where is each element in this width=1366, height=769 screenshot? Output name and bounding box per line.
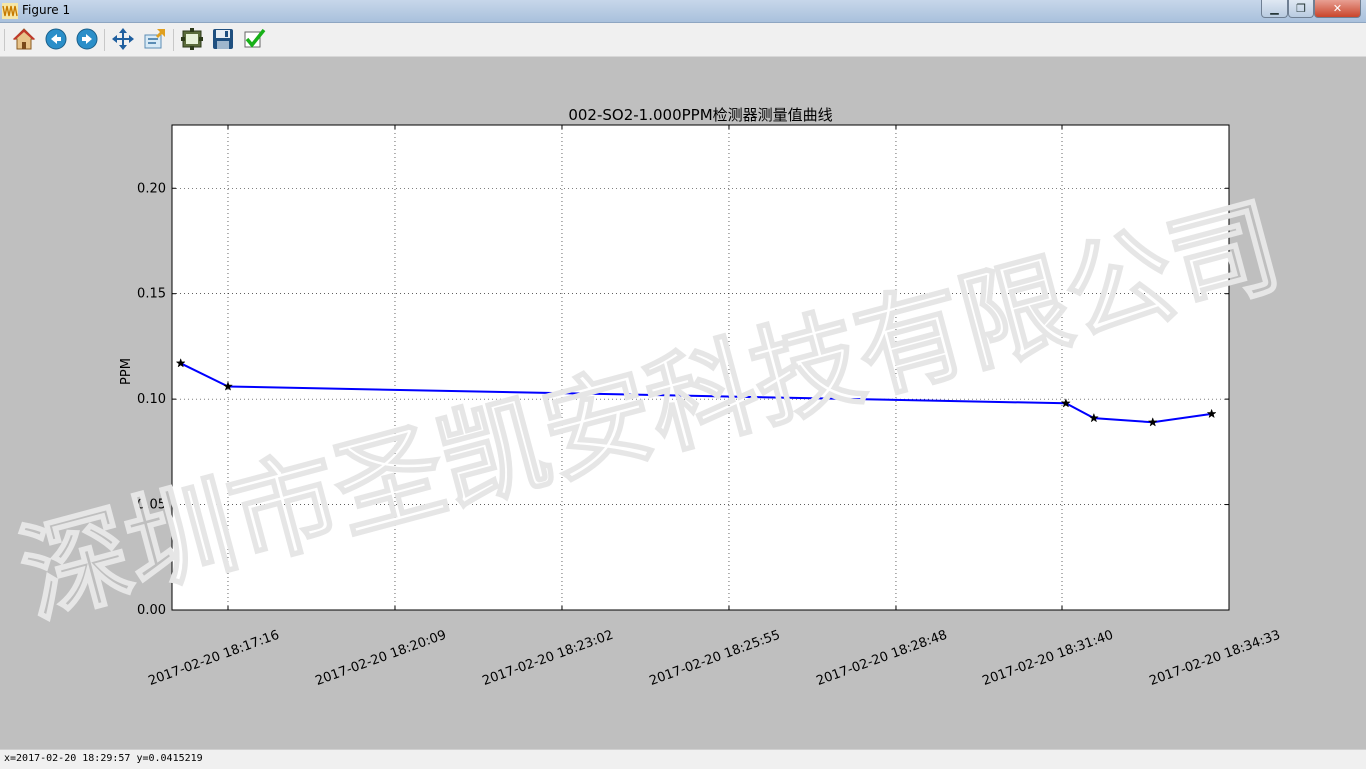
y-tick-label: 0.15 [137, 287, 166, 302]
x-tick-label: 2017-02-20 18:28:48 [814, 628, 949, 689]
y-tick-label: 0.20 [137, 181, 166, 196]
zoom-button[interactable] [142, 26, 168, 52]
move-icon [112, 28, 134, 50]
window-title: Figure 1 [22, 3, 71, 17]
title-bar: Figure 1 ▁ ❐ ✕ [0, 0, 1366, 23]
chart-title: 002-SO2-1.000PPM检测器测量值曲线 [568, 106, 832, 124]
configure-subplots-icon [181, 28, 203, 50]
y-axis-label: PPM [119, 358, 134, 385]
x-tick-label: 2017-02-20 18:17:16 [146, 628, 281, 689]
x-tick-label: 2017-02-20 18:34:33 [1147, 628, 1282, 689]
figure-canvas[interactable]: 2017-02-20 18:17:16 2017-02-20 18:20:09 20… [0, 57, 1366, 749]
x-tick-label: 2017-02-20 18:25:55 [647, 628, 782, 689]
minimize-button[interactable]: ▁ [1261, 0, 1288, 18]
back-arrow-icon [45, 28, 67, 50]
home-button[interactable] [11, 26, 37, 52]
save-button[interactable] [210, 26, 236, 52]
toolbar-grip [4, 29, 5, 51]
status-bar: x=2017-02-20 18:29:57 y=0.0415219 [0, 749, 1366, 769]
checkmark-icon [244, 28, 266, 48]
forward-button[interactable] [74, 26, 100, 52]
close-button[interactable]: ✕ [1314, 0, 1361, 18]
subplots-button[interactable] [179, 26, 205, 52]
y-tick-label: 0.10 [137, 392, 166, 407]
pan-button[interactable] [110, 26, 136, 52]
edit-parameters-button[interactable] [241, 26, 267, 52]
cursor-coordinates: x=2017-02-20 18:29:57 y=0.0415219 [4, 753, 203, 764]
x-tick-label: 2017-02-20 18:31:40 [980, 628, 1115, 689]
back-button[interactable] [43, 26, 69, 52]
save-icon [213, 29, 233, 49]
line-chart[interactable]: 2017-02-20 18:17:16 2017-02-20 18:20:09 20… [0, 57, 1366, 749]
forward-arrow-icon [76, 28, 98, 50]
home-icon [12, 28, 36, 50]
zoom-rect-icon [144, 29, 165, 49]
maximize-button[interactable]: ❐ [1288, 0, 1314, 18]
x-tick-label: 2017-02-20 18:23:02 [480, 628, 615, 689]
matplotlib-app-icon [2, 3, 18, 19]
x-tick-label: 2017-02-20 18:20:09 [313, 628, 448, 689]
toolbar-separator [173, 29, 174, 51]
toolbar-separator [104, 29, 105, 51]
navigation-toolbar [0, 23, 1366, 57]
